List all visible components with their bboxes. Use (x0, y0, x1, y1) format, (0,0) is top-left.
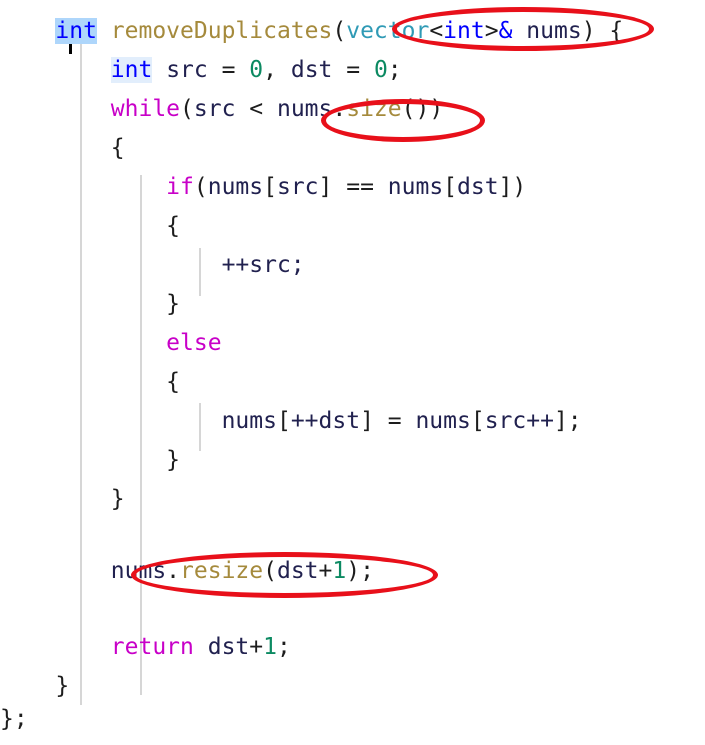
token-var-dst-return: dst (207, 634, 250, 660)
token-keyword-int-decl: int (110, 57, 153, 83)
code-line-10[interactable]: { (0, 363, 705, 402)
token-class-vector: vector (346, 18, 430, 44)
token-type-int-template: int (443, 18, 485, 44)
token-brace-close-while: } (110, 486, 125, 512)
token-var-dst: dst (290, 57, 333, 83)
code-line-12[interactable]: } (0, 441, 705, 480)
token-brace-open-else: { (166, 369, 181, 395)
token-brace-close-function: } (55, 673, 70, 699)
token-keyword-if: if (166, 174, 194, 200)
token-expr-pre-increment-dst: ++dst (290, 408, 361, 434)
token-keyword-int: int (55, 18, 97, 44)
token-var-src: src (166, 57, 208, 83)
token-var-nums-cond: nums (276, 96, 333, 122)
token-var-dst-resize: dst (276, 558, 319, 584)
token-var-nums-if-right: nums (387, 174, 444, 200)
code-text-layer[interactable]: int removeDuplicates(vector<int>& nums) … (0, 0, 705, 745)
token-var-nums-if-left: nums (207, 174, 264, 200)
token-number-zero-dst: 0 (373, 57, 388, 83)
code-line-17[interactable]: return dst+1; (0, 628, 705, 667)
token-var-src-index: src (276, 174, 319, 200)
token-var-dst-index: dst (457, 174, 499, 200)
token-var-nums-assign-left: nums (221, 408, 277, 434)
token-function-resize: resize (180, 558, 264, 584)
token-var-nums-assign-right: nums (415, 408, 471, 434)
code-line-3[interactable]: while(src < nums.size()) (0, 90, 705, 129)
code-line-6[interactable]: { (0, 207, 705, 246)
code-line-5[interactable]: if(nums[src] == nums[dst]) (0, 168, 705, 207)
token-var-nums-resize: nums (110, 558, 167, 584)
code-line-8[interactable]: } (0, 285, 705, 324)
token-keyword-return: return (110, 634, 194, 660)
token-param-nums: nums (526, 18, 582, 44)
code-editor-viewport[interactable]: int removeDuplicates(vector<int>& nums) … (0, 0, 705, 745)
token-keyword-while: while (110, 96, 181, 122)
token-paren-close-brace: ) { (581, 18, 624, 44)
token-number-zero-src: 0 (249, 57, 264, 83)
token-number-one-return: 1 (263, 634, 277, 660)
token-paren-open: ( (332, 18, 347, 44)
code-line-2[interactable]: int src = 0, dst = 0; (0, 51, 705, 90)
code-line-9[interactable]: else (0, 324, 705, 363)
code-line-16[interactable] (0, 591, 705, 630)
token-brace-close-if: } (166, 291, 181, 317)
code-line-19[interactable]: }; (0, 700, 705, 739)
token-stmt-increment-src: ++src; (221, 252, 305, 278)
token-brace-open-if: { (166, 213, 181, 239)
token-function-size: size (346, 96, 402, 122)
token-ampersand: & (498, 18, 513, 44)
token-function-removeduplicates: removeDuplicates (110, 18, 333, 44)
code-line-13[interactable]: } (0, 480, 705, 519)
token-keyword-else: else (166, 330, 222, 356)
code-line-7[interactable]: ++src; (0, 246, 705, 285)
code-line-11[interactable]: nums[++dst] = nums[src++]; (0, 402, 705, 441)
token-expr-post-increment-src: src++ (484, 408, 554, 434)
code-line-15[interactable]: nums.resize(dst+1); (0, 552, 705, 591)
token-brace-close-else: } (166, 447, 181, 473)
code-line-1[interactable]: int removeDuplicates(vector<int>& nums) … (0, 12, 705, 51)
code-line-4[interactable]: { (0, 129, 705, 168)
token-var-src-cond: src (193, 96, 236, 122)
token-brace-close-class: }; (0, 706, 28, 732)
token-number-one-resize: 1 (332, 558, 347, 584)
token-brace-open-while: { (110, 135, 125, 161)
